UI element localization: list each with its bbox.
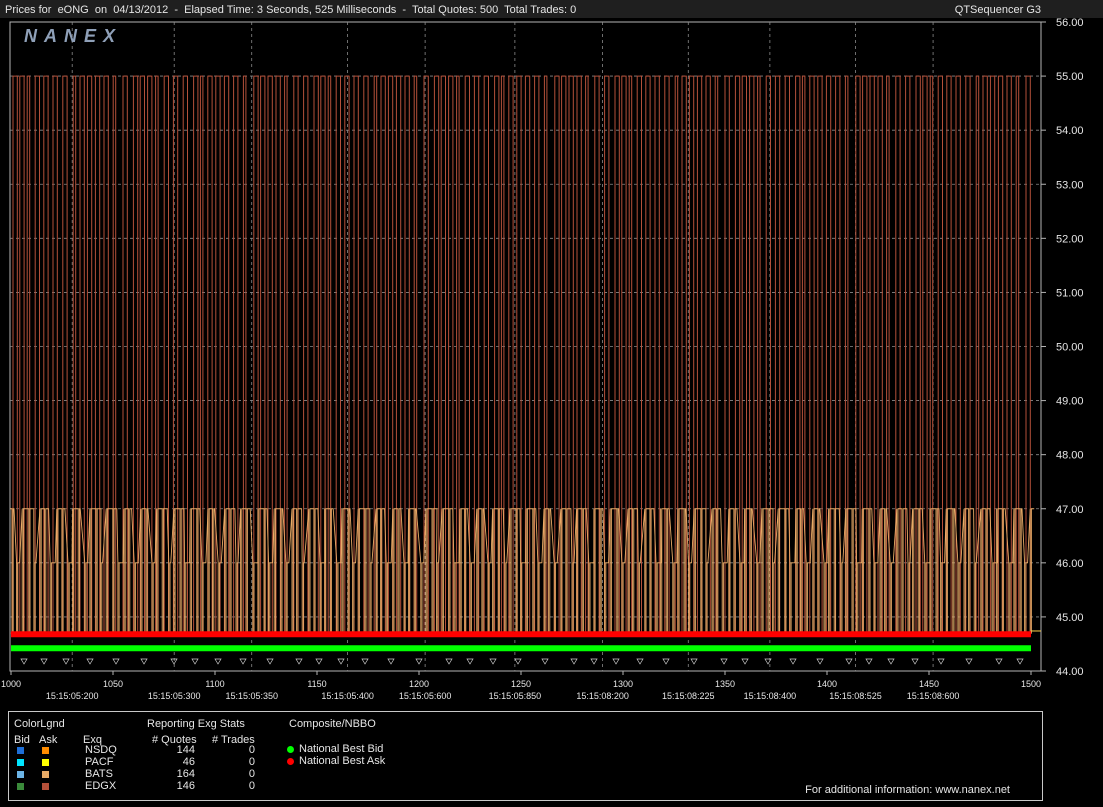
legend-quotes: 164 [176,768,195,780]
legend-exchange: NSDQ [85,744,117,756]
y-tick-label: 56.00 [1056,17,1084,29]
bid-swatch-icon [17,771,24,778]
legend-trades: 0 [248,744,255,756]
time-label: 15:15:05:850 [489,691,542,701]
time-label: 15:15:05:600 [399,691,452,701]
x-tick-label: 1300 [613,679,633,689]
bid-swatch-icon [17,759,24,766]
y-tick-label: 49.00 [1056,396,1084,408]
x-tick-label: 1450 [919,679,939,689]
legend-exchange: PACF [85,756,114,768]
time-label: 15:15:05:400 [321,691,374,701]
y-tick-label: 54.00 [1056,125,1084,137]
bid-swatch-icon [17,747,24,754]
time-label: 15:15:05:200 [46,691,99,701]
y-tick-label: 46.00 [1056,558,1084,570]
nbb-dot-icon [287,746,294,753]
x-tick-label: 1050 [103,679,123,689]
y-tick-label: 52.00 [1056,233,1084,245]
time-label: 15:15:08:400 [744,691,797,701]
legend-panel: ColorLgnd Bid Ask Exq Reporting Exg Stat… [8,711,1043,801]
footer-link[interactable]: For additional information: www.nanex.ne… [805,784,1010,796]
ask-swatch-icon [42,747,49,754]
y-tick-label: 44.00 [1056,666,1084,678]
x-tick-label: 1400 [817,679,837,689]
time-label: 15:15:08:225 [662,691,715,701]
legend-trades: 0 [248,756,255,768]
price-chart: 44.00 45.00 46.00 47.00 48.00 49.00 50.00 51.00… [1,17,1084,701]
y-tick-label: 55.00 [1056,71,1084,83]
y-tick-label: 51.00 [1056,287,1084,299]
x-tick-label: 1350 [715,679,735,689]
nba-dot-icon [287,758,294,765]
legend-exchange: EDGX [85,780,117,792]
legend-colorlgnd: ColorLgnd [14,718,65,730]
legend-nbb-label: National Best Bid [299,743,384,755]
y-tick-label: 45.00 [1056,612,1084,624]
legend-ask-header: Ask [39,734,58,746]
legend-stats-title: Reporting Exg Stats [147,718,245,730]
legend-exchange: BATS [85,768,113,780]
y-tick-label: 48.00 [1056,450,1084,462]
bid-swatch-icon [17,783,24,790]
legend-quotes: 46 [182,756,195,768]
ask-swatch-icon [42,759,49,766]
legend-quotes: 144 [176,744,195,756]
y-tick-label: 50.00 [1056,342,1084,354]
ask-swatch-icon [42,771,49,778]
y-tick-label: 53.00 [1056,179,1084,191]
time-label: 15:15:05:300 [148,691,201,701]
legend-quotes: 146 [176,780,195,792]
ask-swatch-icon [42,783,49,790]
legend-nba-label: National Best Ask [299,755,386,767]
legend-bid-header: Bid [14,734,30,746]
x-tick-label: 1250 [511,679,531,689]
time-label: 15:15:08:200 [576,691,629,701]
y-tick-label: 47.00 [1056,504,1084,516]
time-label: 15:15:08:525 [829,691,882,701]
x-tick-label: 1000 [1,679,21,689]
x-tick-label: 1500 [1021,679,1041,689]
x-tick-label: 1200 [409,679,429,689]
x-tick-label: 1100 [205,679,224,689]
time-label: 15:15:05:350 [225,691,278,701]
time-label: 15:15:08:600 [907,691,960,701]
legend-trades: 0 [248,768,255,780]
legend-trades: 0 [248,780,255,792]
x-tick-label: 1150 [307,679,326,689]
nanex-logo: NANEX [24,26,122,46]
legend-composite-title: Composite/NBBO [289,718,376,730]
